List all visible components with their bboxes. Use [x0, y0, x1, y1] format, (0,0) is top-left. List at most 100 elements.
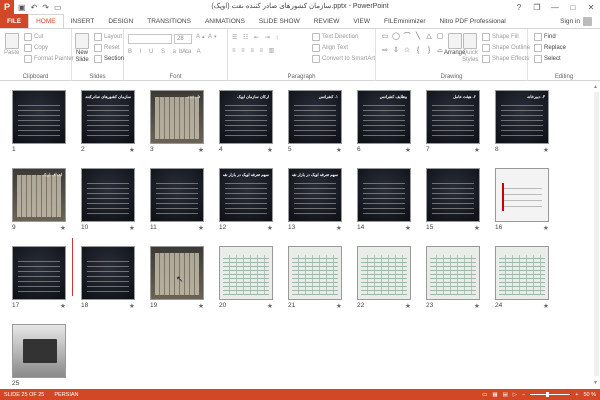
slide-number: 18 — [81, 302, 89, 309]
slide-preview: سهم تعرفه اوپک در بازار نفت — [219, 168, 273, 222]
tab-fileminimizer[interactable]: FILEminimizer — [377, 14, 433, 28]
slide-sorter-view-icon[interactable]: ▦ — [492, 392, 497, 398]
copy-button[interactable]: Copy — [24, 44, 48, 52]
slideshow-view-icon[interactable]: ▷ — [513, 392, 517, 398]
undo-icon[interactable]: ↶ — [31, 3, 38, 12]
shrink-font-icon[interactable]: A ▾ — [208, 34, 217, 40]
animation-star-icon[interactable]: ★ — [198, 224, 204, 232]
new-slide-button[interactable]: New Slide — [75, 33, 89, 63]
animation-star-icon[interactable]: ★ — [543, 146, 549, 154]
tab-transitions[interactable]: TRANSITIONS — [140, 14, 198, 28]
find-button[interactable]: Find — [534, 33, 556, 41]
layout-button[interactable]: Layout — [94, 33, 122, 41]
animation-star-icon[interactable]: ★ — [129, 302, 135, 310]
scroll-down-icon[interactable]: ▼ — [593, 380, 598, 386]
maximize-button[interactable]: □ — [564, 0, 582, 14]
convert-smartart-button[interactable]: Convert to SmartArt — [312, 55, 375, 63]
align-text-label: Align Text — [322, 45, 348, 51]
ribbon-display-icon[interactable]: ❐ — [528, 0, 546, 14]
editing-group-label: Editing — [554, 74, 574, 80]
shape-fill-button[interactable]: Shape Fill — [482, 33, 519, 41]
animation-star-icon[interactable]: ★ — [198, 146, 204, 154]
list-buttons[interactable]: ☰ ☷ ⇤ ⇥ ↕ — [232, 34, 280, 41]
slide-preview-content — [87, 181, 129, 215]
slide-number: 14 — [357, 224, 365, 231]
animation-star-icon[interactable]: ★ — [474, 224, 480, 232]
zoom-in-icon[interactable]: + — [575, 392, 578, 398]
shape-effects-button[interactable]: Shape Effects — [482, 55, 529, 63]
section-label: Section — [104, 56, 125, 62]
replace-button[interactable]: Replace — [534, 44, 566, 52]
clipboard-group-label: Clipboard — [22, 74, 49, 80]
save-icon[interactable]: ▣ — [18, 3, 26, 12]
sign-in[interactable]: Sign in — [560, 17, 592, 26]
animation-star-icon[interactable]: ★ — [405, 146, 411, 154]
animation-star-icon[interactable]: ★ — [405, 224, 411, 232]
zoom-out-icon[interactable]: − — [522, 392, 525, 398]
slide-preview-content — [17, 175, 61, 217]
animation-star-icon[interactable]: ★ — [129, 146, 135, 154]
paste-button[interactable]: Paste — [4, 33, 19, 56]
animation-star-icon[interactable]: ★ — [543, 224, 549, 232]
redo-icon[interactable]: ↷ — [42, 3, 49, 12]
animation-star-icon[interactable]: ★ — [543, 302, 549, 310]
animation-star-icon[interactable]: ★ — [474, 302, 480, 310]
slide-preview-title — [85, 250, 131, 255]
reading-view-icon[interactable]: ▤ — [503, 392, 508, 398]
format-painter-button[interactable]: Format Painter — [24, 55, 74, 63]
tab-view[interactable]: VIEW — [346, 14, 377, 28]
close-button[interactable]: ✕ — [582, 0, 600, 14]
tab-review[interactable]: REVIEW — [307, 14, 347, 28]
minimize-button[interactable]: — — [546, 0, 564, 14]
tab-home[interactable]: HOME — [28, 14, 64, 28]
tab-file[interactable]: FILE — [0, 14, 29, 28]
zoom-level[interactable]: 50 % — [583, 392, 596, 398]
animation-star-icon[interactable]: ★ — [267, 302, 273, 310]
animation-star-icon[interactable]: ★ — [267, 224, 273, 232]
present-icon[interactable]: ▭ — [54, 3, 62, 12]
animation-star-icon[interactable]: ★ — [267, 146, 273, 154]
slide-preview-title — [430, 172, 476, 177]
animation-star-icon[interactable]: ★ — [336, 146, 342, 154]
text-direction-button[interactable]: Text Direction — [312, 33, 358, 41]
slide-number: 16 — [495, 224, 503, 231]
vertical-scrollbar[interactable] — [594, 92, 599, 376]
tab-design[interactable]: DESIGN — [101, 14, 140, 28]
animation-star-icon[interactable]: ★ — [336, 224, 342, 232]
quick-styles-button[interactable]: Quick Styles — [462, 33, 478, 63]
font-color-buttons[interactable]: Aa A — [182, 49, 203, 55]
zoom-slider[interactable] — [530, 392, 571, 397]
convert-smartart-label: Convert to SmartArt — [322, 56, 376, 62]
font-family-select[interactable] — [128, 34, 172, 44]
text-direction-label: Text Direction — [322, 34, 359, 40]
animation-star-icon[interactable]: ★ — [60, 224, 66, 232]
help-icon[interactable]: ? — [510, 0, 528, 14]
shape-outline-button[interactable]: Shape Outline — [482, 44, 530, 52]
animation-star-icon[interactable]: ★ — [405, 302, 411, 310]
animation-star-icon[interactable]: ★ — [474, 146, 480, 154]
tab-nitro-pdf[interactable]: Nitro PDF Professional — [433, 14, 513, 28]
animation-star-icon[interactable]: ★ — [129, 224, 135, 232]
tab-insert[interactable]: INSERT — [64, 14, 102, 28]
avatar — [583, 17, 592, 26]
align-buttons[interactable]: ≡ ≡ ≡ ≡ ▥ — [232, 47, 276, 54]
grow-font-icon[interactable]: A ▴ — [196, 34, 205, 40]
cut-button[interactable]: Cut — [24, 33, 43, 41]
tab-animations[interactable]: ANIMATIONS — [198, 14, 252, 28]
section-button[interactable]: Section — [94, 55, 124, 63]
normal-view-icon[interactable]: ▭ — [482, 392, 487, 398]
tab-slide-show[interactable]: SLIDE SHOW — [252, 14, 307, 28]
select-button[interactable]: Select — [534, 55, 561, 63]
slide-preview-content — [363, 181, 405, 215]
language-indicator[interactable]: PERSIAN — [54, 392, 78, 398]
reset-button[interactable]: Reset — [94, 44, 120, 52]
animation-star-icon[interactable]: ★ — [336, 302, 342, 310]
shapes-gallery[interactable]: ▭ ◯ ⌒ ╲ △ ▢ ⇨ ⇩ ☆{} ⌓ — [380, 33, 444, 59]
slide-preview: سازمان کشورهای صادرکننده نفت — [81, 90, 135, 144]
align-text-button[interactable]: Align Text — [312, 44, 348, 52]
animation-star-icon[interactable]: ★ — [60, 302, 66, 310]
font-size-select[interactable]: 28 — [174, 34, 192, 44]
slide-number: 21 — [288, 302, 296, 309]
scroll-up-icon[interactable]: ▲ — [593, 84, 598, 90]
animation-star-icon[interactable]: ★ — [198, 302, 204, 310]
